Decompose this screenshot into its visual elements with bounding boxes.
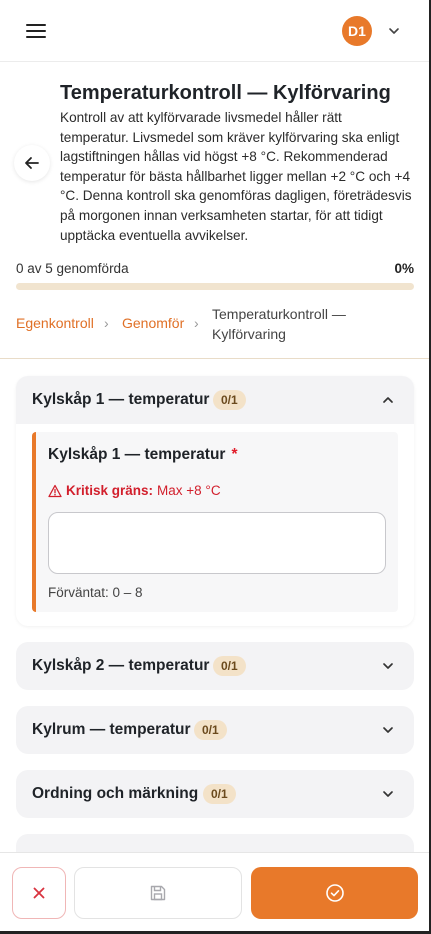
top-bar: D1 [0,0,431,62]
chevron-down-icon[interactable] [380,786,396,802]
breadcrumb-separator: › [104,315,109,331]
temperature-input[interactable] [48,512,386,574]
progress-bar [16,283,414,290]
critical-limit: Kritisk gräns: Max +8 °C [48,483,221,498]
checklist-item: Kylskåp 1 — temperatur * Kritisk gräns: M… [32,432,398,612]
chevron-down-icon[interactable] [386,23,402,39]
section-card-kylskap-1: Kylskåp 1 — temperatur 0/1 Kylskåp 1 — t… [16,376,414,626]
section-progress-badge: 0/1 [213,656,246,676]
breadcrumb-item-egenkontroll[interactable]: Egenkontroll [16,315,94,331]
chevron-down-icon[interactable] [380,722,396,738]
back-button[interactable] [14,145,50,181]
action-bar [0,852,431,934]
arrow-left-icon [25,157,39,169]
warning-icon [48,484,62,497]
chevron-up-icon[interactable] [380,392,396,408]
section-card-ordning[interactable]: Ordning och märkning 0/1 [16,770,414,818]
required-marker: * [231,446,238,463]
section-progress-badge: 0/1 [213,390,246,410]
avatar[interactable]: D1 [342,16,372,46]
cancel-button[interactable] [12,867,66,919]
breadcrumb-separator: › [194,315,199,331]
progress-percent: 0% [394,261,414,276]
submit-button[interactable] [251,867,418,919]
critical-limit-label: Kritisk gräns: [66,483,154,498]
item-title: Kylskåp 1 — temperatur * [48,446,238,463]
section-progress-badge: 0/1 [203,784,236,804]
section-card-kylrum[interactable]: Kylrum — temperatur 0/1 [16,706,414,754]
check-circle-icon [325,884,344,902]
divider [0,358,431,359]
page-title: Temperaturkontroll — Kylförvaring [60,82,391,104]
critical-limit-value: Max +8 °C [157,483,221,498]
hamburger-icon[interactable] [24,21,48,41]
section-title: Kylrum — temperatur [32,721,191,738]
progress-label: 0 av 5 genomförda [16,261,129,276]
chevron-down-icon[interactable] [380,658,396,674]
page-description: Kontroll av att kylförvarade livsmedel h… [60,110,412,243]
section-progress-badge: 0/1 [194,720,227,740]
section-header[interactable]: Kylskåp 1 — temperatur 0/1 [16,376,414,424]
floppy-disk-icon [150,885,166,901]
section-title: Kylskåp 2 — temperatur [32,657,210,674]
x-icon [33,887,45,899]
breadcrumb-item-genomfor[interactable]: Genomför [122,315,184,331]
expected-range: Förväntat: 0 – 8 [48,585,143,600]
breadcrumb-current: Temperaturkontroll — Kylförvaring [212,306,346,342]
save-button[interactable] [74,867,242,919]
section-title: Kylskåp 1 — temperatur [32,391,210,408]
section-title: Ordning och märkning [32,785,199,802]
section-card-kylskap-2[interactable]: Kylskåp 2 — temperatur 0/1 [16,642,414,690]
